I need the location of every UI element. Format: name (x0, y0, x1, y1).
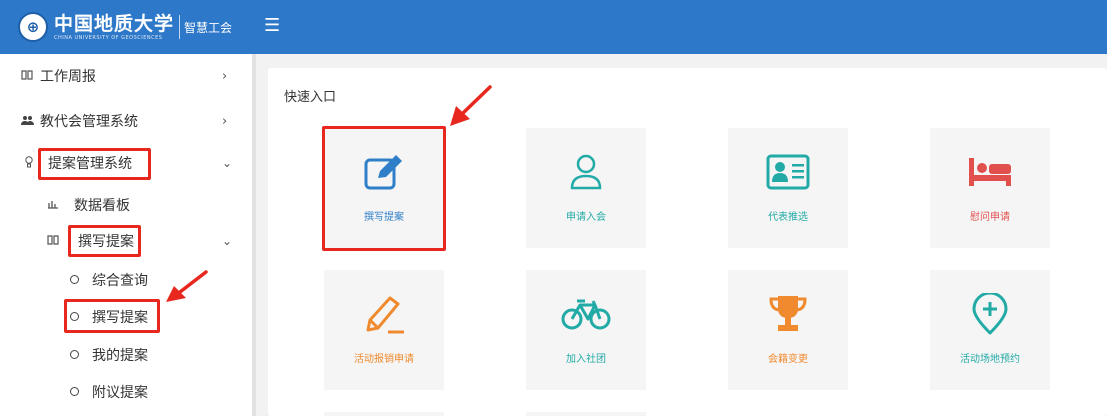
sidebar-item-label: 综合查询 (92, 273, 148, 289)
app-name: 智慧工会 (184, 20, 233, 35)
tile-partial[interactable] (324, 412, 444, 416)
logo-divider (179, 15, 181, 39)
sidebar: 工作周报 › 教代会管理系统 › 提案管理系统 ⌄ 数据看板 撰写提案 ⌄ 综合… (0, 54, 252, 416)
hamburger-icon[interactable]: ☰ (264, 15, 280, 36)
id-card-icon (728, 150, 848, 194)
tile-label: 撰写提案 (364, 212, 404, 223)
book-icon (20, 69, 34, 83)
sidebar-item-label: 撰写提案 (78, 234, 134, 250)
tile-join-club[interactable]: 加入社团 (526, 270, 646, 390)
users-icon (20, 115, 34, 128)
logo-english-text: CHINA UNIVERSITY OF GEOSCIENCES (54, 35, 163, 41)
tile-membership-change[interactable]: 会籍变更 (728, 270, 848, 390)
bed-icon (930, 150, 1050, 194)
tile-venue-booking[interactable]: 活动场地预约 (930, 270, 1050, 390)
tile-label: 代表推选 (768, 212, 808, 223)
chevron-right-icon: › (222, 113, 228, 129)
sidebar-item-staff-congress[interactable]: 教代会管理系统 › (0, 103, 252, 139)
edit-icon (324, 150, 444, 194)
sidebar-item-label: 撰写提案 (92, 310, 148, 326)
tile-label: 活动场地预约 (960, 354, 1020, 365)
top-bar: ⊕ 中国地质大学 CHINA UNIVERSITY OF GEOSCIENCES… (0, 0, 1107, 54)
sidebar-item-label: 工作周报 (40, 69, 96, 85)
tile-apply-membership[interactable]: 申请入会 (526, 128, 646, 248)
chevron-right-icon: › (222, 68, 228, 84)
circle-icon (67, 274, 81, 287)
sidebar-item-second-proposal[interactable]: 附议提案 (0, 374, 252, 410)
sidebar-item-work-weekly[interactable]: 工作周报 › (0, 58, 252, 94)
tile-label: 活动报销申请 (354, 354, 414, 365)
section-title: 快速入口 (284, 90, 337, 105)
tile-label: 会籍变更 (768, 354, 808, 365)
sidebar-item-dashboard[interactable]: 数据看板 (0, 187, 252, 223)
circle-icon (67, 311, 81, 324)
sidebar-item-label: 数据看板 (74, 198, 130, 214)
book-icon (46, 234, 60, 248)
sidebar-item-my-proposals[interactable]: 我的提案 (0, 337, 252, 373)
tile-representative-election[interactable]: 代表推选 (728, 128, 848, 248)
tile-activity-reimbursement[interactable]: 活动报销申请 (324, 270, 444, 390)
tile-condolence-application[interactable]: 慰问申请 (930, 128, 1050, 248)
pencil-icon (324, 292, 444, 336)
university-logo[interactable]: ⊕ 中国地质大学 CHINA UNIVERSITY OF GEOSCIENCES… (18, 11, 232, 43)
sidebar-item-label: 我的提案 (92, 348, 148, 364)
bicycle-icon (526, 292, 646, 336)
location-plus-icon (930, 292, 1050, 336)
tile-label: 慰问申请 (970, 212, 1010, 223)
tile-label: 申请入会 (566, 212, 606, 223)
sidebar-item-write-proposal-group[interactable]: 撰写提案 ⌄ (0, 223, 252, 259)
sidebar-item-write-proposal[interactable]: 撰写提案 (0, 299, 252, 335)
circle-icon (67, 349, 81, 362)
tile-partial[interactable] (526, 412, 646, 416)
main-panel: 快速入口 撰写提案 申请入会 代表推选 慰问申请 活动报销申请 加入社团 会籍变… (268, 68, 1107, 416)
trophy-icon (728, 292, 848, 336)
sidebar-item-general-query[interactable]: 综合查询 (0, 262, 252, 298)
university-seal-icon: ⊕ (18, 12, 48, 42)
tile-label: 加入社团 (566, 354, 606, 365)
user-icon (526, 150, 646, 194)
chevron-down-icon: ⌄ (222, 156, 233, 170)
chevron-down-icon: ⌄ (222, 234, 233, 248)
sidebar-divider (252, 54, 256, 416)
sidebar-item-label: 附议提案 (92, 385, 148, 401)
logo-text: 中国地质大学 (54, 13, 175, 35)
sidebar-item-label: 提案管理系统 (48, 156, 132, 172)
bar-chart-icon (46, 199, 60, 212)
tile-write-proposal[interactable]: 撰写提案 (324, 128, 444, 248)
sidebar-item-proposal-system[interactable]: 提案管理系统 ⌄ (0, 145, 252, 181)
sidebar-item-label: 教代会管理系统 (40, 114, 138, 130)
bulb-icon (22, 155, 36, 171)
circle-icon (67, 386, 81, 399)
